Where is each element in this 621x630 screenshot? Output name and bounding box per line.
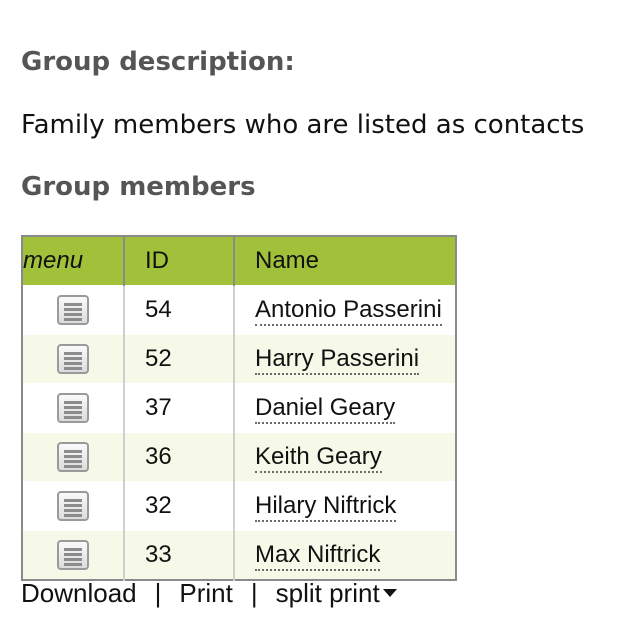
group-description-heading: Group description: — [21, 47, 295, 77]
member-name-link[interactable]: Daniel Geary — [255, 394, 396, 424]
row-menu-cell — [22, 530, 125, 580]
table-header-row: menu ID Name — [22, 236, 456, 286]
print-link[interactable]: Print — [179, 578, 232, 608]
member-name-link[interactable]: Hilary Niftrick — [255, 492, 397, 522]
row-name-cell: Hilary Niftrick — [234, 481, 456, 531]
row-menu-cell — [22, 481, 125, 531]
row-name-cell: Daniel Geary — [234, 383, 456, 433]
row-name-cell: Max Niftrick — [234, 530, 456, 580]
separator: | — [154, 578, 162, 608]
row-id: 33 — [124, 530, 235, 580]
table-row: 32 Hilary Niftrick — [22, 481, 456, 531]
group-members-table: menu ID Name 54 Antonio Passerini 52 Har… — [21, 235, 457, 581]
row-id: 36 — [124, 432, 235, 482]
menu-icon[interactable] — [57, 491, 89, 521]
menu-icon[interactable] — [57, 344, 89, 374]
row-menu-cell — [22, 285, 125, 335]
row-menu-cell — [22, 383, 125, 433]
group-description-text: Family members who are listed as contact… — [21, 110, 585, 140]
member-name-link[interactable]: Harry Passerini — [255, 345, 420, 375]
member-name-link[interactable]: Antonio Passerini — [255, 296, 442, 326]
column-header-id[interactable]: ID — [124, 236, 235, 286]
member-name-link[interactable]: Keith Geary — [255, 443, 382, 473]
member-name-link[interactable]: Max Niftrick — [255, 541, 381, 571]
row-id: 54 — [124, 285, 235, 335]
row-menu-cell — [22, 334, 125, 384]
column-header-menu: menu — [22, 236, 125, 286]
row-menu-cell — [22, 432, 125, 482]
download-link[interactable]: Download — [21, 578, 137, 608]
table-row: 52 Harry Passerini — [22, 334, 456, 384]
column-header-name[interactable]: Name — [234, 236, 456, 286]
table-row: 54 Antonio Passerini — [22, 285, 456, 335]
separator: | — [250, 578, 258, 608]
menu-icon[interactable] — [57, 295, 89, 325]
table-actions: Download | Print | split print — [21, 576, 397, 610]
menu-icon[interactable] — [57, 393, 89, 423]
row-id: 37 — [124, 383, 235, 433]
menu-icon[interactable] — [57, 442, 89, 472]
row-name-cell: Harry Passerini — [234, 334, 456, 384]
group-members-heading: Group members — [21, 172, 256, 202]
row-id: 52 — [124, 334, 235, 384]
table-row: 33 Max Niftrick — [22, 530, 456, 580]
caret-down-icon[interactable] — [382, 589, 397, 598]
row-name-cell: Keith Geary — [234, 432, 456, 482]
row-id: 32 — [124, 481, 235, 531]
split-print-label: split print — [275, 578, 380, 608]
split-print-link[interactable]: split print — [276, 578, 397, 608]
table-row: 37 Daniel Geary — [22, 383, 456, 433]
table-row: 36 Keith Geary — [22, 432, 456, 482]
row-name-cell: Antonio Passerini — [234, 285, 456, 335]
menu-icon[interactable] — [57, 540, 89, 570]
